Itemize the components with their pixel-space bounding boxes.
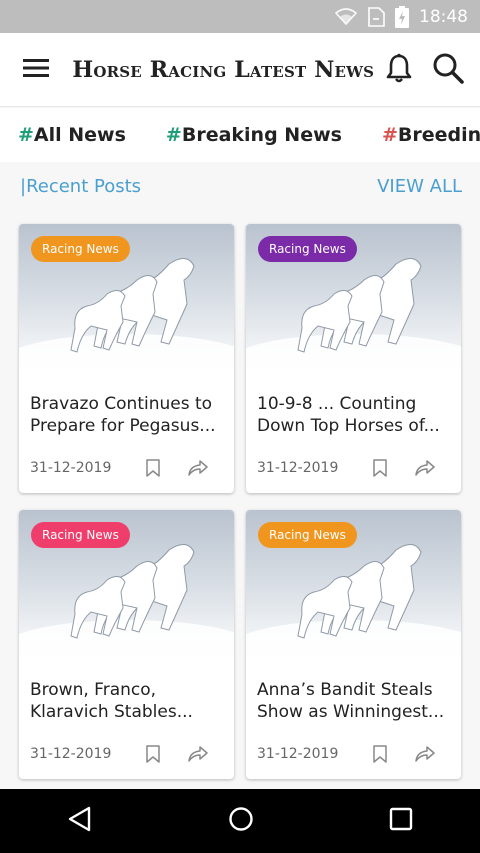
bookmark-button[interactable]: [357, 745, 402, 763]
post-grid: Racing News Bravazo Continues to Prepare…: [19, 224, 461, 779]
post-title: Bravazo Continues to Prepare for Pegasus…: [30, 394, 216, 436]
post-card[interactable]: Racing News Anna’s Bandit Steals Show as…: [246, 510, 461, 779]
category-badge: Racing News: [258, 522, 357, 548]
search-icon: [432, 52, 464, 88]
share-icon: [414, 746, 435, 762]
post-title: Anna’s Bandit Steals Show as Winningest.…: [257, 680, 445, 722]
tag-text: Breeding News: [397, 124, 480, 146]
post-date: 31-12-2019: [257, 746, 339, 762]
bookmark-icon: [372, 459, 387, 477]
share-button[interactable]: [402, 460, 447, 476]
hash-symbol: #: [165, 124, 182, 146]
category-badge: Racing News: [258, 236, 357, 262]
bell-icon: [385, 53, 413, 87]
tag-label: #All News: [18, 124, 126, 146]
bookmark-icon: [145, 459, 160, 477]
menu-button[interactable]: [0, 33, 72, 107]
category-badge: Racing News: [31, 522, 130, 548]
recents-icon: [389, 807, 412, 831]
view-all-link[interactable]: VIEW ALL: [377, 176, 462, 197]
tag-bar: #All News #Breaking News #Breeding News: [0, 108, 480, 162]
post-card[interactable]: Racing News Bravazo Continues to Prepare…: [19, 224, 234, 493]
menu-icon: [23, 58, 50, 82]
post-title: 10-9-8 ... Counting Down Top Horses of..…: [257, 394, 440, 436]
bookmark-icon: [372, 745, 387, 763]
post-date: 31-12-2019: [30, 746, 112, 762]
post-date: 31-12-2019: [30, 460, 112, 476]
post-image: Racing News: [19, 224, 234, 384]
share-button[interactable]: [175, 746, 220, 762]
share-icon: [187, 460, 208, 476]
bookmark-icon: [145, 745, 160, 763]
app-title: Horse Racing Latest News: [72, 56, 375, 83]
share-button[interactable]: [402, 746, 447, 762]
back-button[interactable]: [67, 806, 93, 836]
sim-icon: [367, 6, 385, 27]
search-button[interactable]: [423, 33, 472, 107]
hash-symbol: #: [381, 124, 398, 146]
notifications-button[interactable]: [374, 33, 423, 107]
post-card[interactable]: Racing News 10-9-8 ... Counting Down Top…: [246, 224, 461, 493]
post-meta: 31-12-2019: [30, 745, 220, 763]
post-card[interactable]: Racing News Brown, Franco, Klaravich Sta…: [19, 510, 234, 779]
post-date: 31-12-2019: [257, 460, 339, 476]
tag-breeding-news[interactable]: #Breeding News: [382, 124, 480, 146]
hash-symbol: #: [18, 124, 34, 146]
post-image: Racing News: [246, 224, 461, 384]
status-bar: 18:48: [0, 0, 480, 33]
tag-text: All News: [33, 124, 126, 146]
tag-text: Breaking News: [181, 124, 342, 146]
post-image: Racing News: [19, 510, 234, 670]
recent-posts-header: |Recent Posts VIEW ALL: [20, 176, 462, 197]
wifi-icon: [335, 7, 357, 26]
tag-label: #Breeding News: [382, 124, 480, 146]
category-badge: Racing News: [31, 236, 130, 262]
section-title: |Recent Posts: [20, 176, 142, 197]
battery-icon: [395, 5, 409, 28]
bookmark-button[interactable]: [357, 459, 402, 477]
post-meta: 31-12-2019: [257, 745, 447, 763]
home-icon: [229, 807, 253, 831]
clock-time: 18:48: [419, 6, 468, 27]
tag-all-news[interactable]: #All News: [18, 124, 126, 146]
app-bar: Horse Racing Latest News: [0, 33, 480, 107]
home-button[interactable]: [228, 806, 254, 836]
post-image: Racing News: [246, 510, 461, 670]
post-title: Brown, Franco, Klaravich Stables...: [30, 680, 193, 722]
tag-label: #Breaking News: [166, 124, 342, 146]
share-button[interactable]: [175, 460, 220, 476]
bookmark-button[interactable]: [130, 459, 175, 477]
post-meta: 31-12-2019: [30, 459, 220, 477]
post-meta: 31-12-2019: [257, 459, 447, 477]
share-icon: [187, 746, 208, 762]
bookmark-button[interactable]: [130, 745, 175, 763]
back-icon: [69, 806, 91, 832]
share-icon: [414, 460, 435, 476]
tag-breaking-news[interactable]: #Breaking News: [166, 124, 342, 146]
recents-button[interactable]: [389, 807, 413, 835]
system-nav-bar: [0, 789, 480, 853]
